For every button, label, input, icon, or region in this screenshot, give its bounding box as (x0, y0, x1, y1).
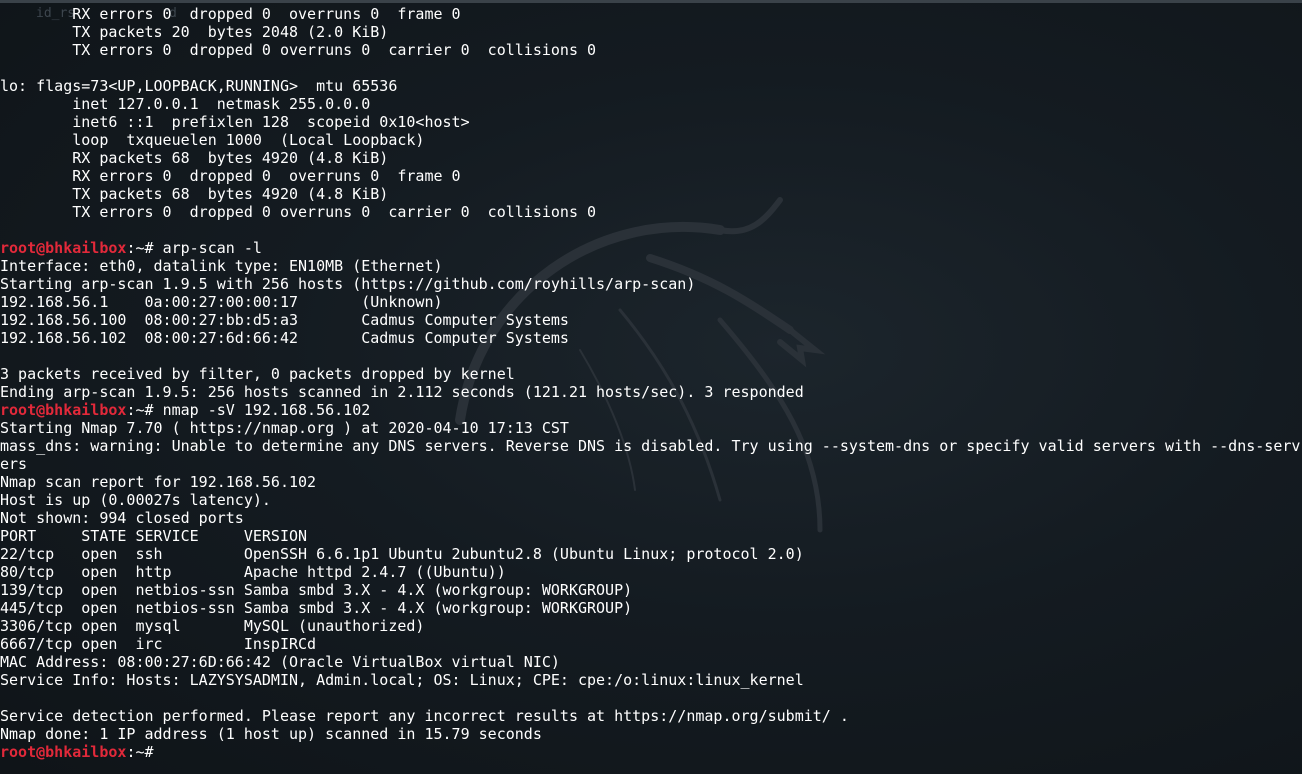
output-line: 22/tcp open ssh OpenSSH 6.6.1p1 Ubuntu 2… (0, 545, 804, 563)
output-line: 6667/tcp open irc InspIRCd (0, 635, 317, 653)
output-line: TX packets 68 bytes 4920 (4.8 KiB) (0, 185, 389, 203)
output-line: RX packets 68 bytes 4920 (4.8 KiB) (0, 149, 389, 167)
output-line: PORT STATE SERVICE VERSION (0, 527, 308, 545)
output-line: 192.168.56.1 0a:00:27:00:00:17 (Unknown) (0, 293, 443, 311)
output-line: TX packets 20 bytes 2048 (2.0 KiB) (0, 23, 389, 41)
output-line: Nmap done: 1 IP address (1 host up) scan… (0, 725, 542, 743)
output-line: Service Info: Hosts: LAZYSYSADMIN, Admin… (0, 671, 804, 689)
prompt-path: :~# (126, 239, 163, 257)
output-line: Starting Nmap 7.70 ( https://nmap.org ) … (0, 419, 569, 437)
output-line: 3 packets received by filter, 0 packets … (0, 365, 515, 383)
prompt-line: root@bhkailbox:~# (0, 743, 1300, 761)
output-line: 192.168.56.102 08:00:27:6d:66:42 Cadmus … (0, 329, 569, 347)
output-line: inet 127.0.0.1 netmask 255.0.0.0 (0, 95, 371, 113)
output-line: Nmap scan report for 192.168.56.102 (0, 473, 317, 491)
prompt-user-host: root@bhkailbox (0, 239, 127, 257)
output-line: TX errors 0 dropped 0 overruns 0 carrier… (0, 203, 597, 221)
terminal-cursor (163, 743, 172, 759)
output-line: RX errors 0 dropped 0 overruns 0 frame 0 (0, 167, 461, 185)
output-line: 192.168.56.100 08:00:27:bb:d5:a3 Cadmus … (0, 311, 569, 329)
prompt-path: :~# (126, 743, 163, 761)
command-text: arp-scan -l (162, 239, 262, 257)
output-line: MAC Address: 08:00:27:6D:66:42 (Oracle V… (0, 653, 560, 671)
output-line: 139/tcp open netbios-ssn Samba smbd 3.X … (0, 581, 633, 599)
output-line: Host is up (0.00027s latency). (0, 491, 271, 509)
output-line: RX errors 0 dropped 0 overruns 0 frame 0 (0, 5, 461, 23)
terminal-output: RX errors 0 dropped 0 overruns 0 frame 0… (0, 5, 1300, 761)
output-line: 80/tcp open http Apache httpd 2.4.7 ((Ub… (0, 563, 506, 581)
terminal-window[interactable]: id_rs rd RX errors 0 dropped 0 overruns 0… (0, 0, 1302, 774)
output-line: Service detection performed. Please repo… (0, 707, 849, 725)
prompt-user-host: root@bhkailbox (0, 743, 127, 761)
output-line: Starting arp-scan 1.9.5 with 256 hosts (… (0, 275, 696, 293)
output-line: inet6 ::1 prefixlen 128 scopeid 0x10<hos… (0, 113, 470, 131)
command-text: nmap -sV 192.168.56.102 (162, 401, 371, 419)
output-line: Interface: eth0, datalink type: EN10MB (… (0, 257, 443, 275)
output-line: loop txqueuelen 1000 (Local Loopback) (0, 131, 425, 149)
prompt-user-host: root@bhkailbox (0, 401, 127, 419)
output-line: 3306/tcp open mysql MySQL (unauthorized) (0, 617, 425, 635)
output-line: ers (0, 455, 28, 473)
output-line: Not shown: 994 closed ports (0, 509, 244, 527)
output-line: mass_dns: warning: Unable to determine a… (0, 437, 1301, 455)
output-line: TX errors 0 dropped 0 overruns 0 carrier… (0, 41, 597, 59)
output-line: Ending arp-scan 1.9.5: 256 hosts scanned… (0, 383, 804, 401)
output-line: lo: flags=73<UP,LOOPBACK,RUNNING> mtu 65… (0, 77, 398, 95)
output-line: 445/tcp open netbios-ssn Samba smbd 3.X … (0, 599, 633, 617)
prompt-line: root@bhkailbox:~# arp-scan -l (0, 239, 1300, 257)
window-top-border (0, 0, 1302, 3)
prompt-line: root@bhkailbox:~# nmap -sV 192.168.56.10… (0, 401, 1300, 419)
prompt-path: :~# (126, 401, 163, 419)
